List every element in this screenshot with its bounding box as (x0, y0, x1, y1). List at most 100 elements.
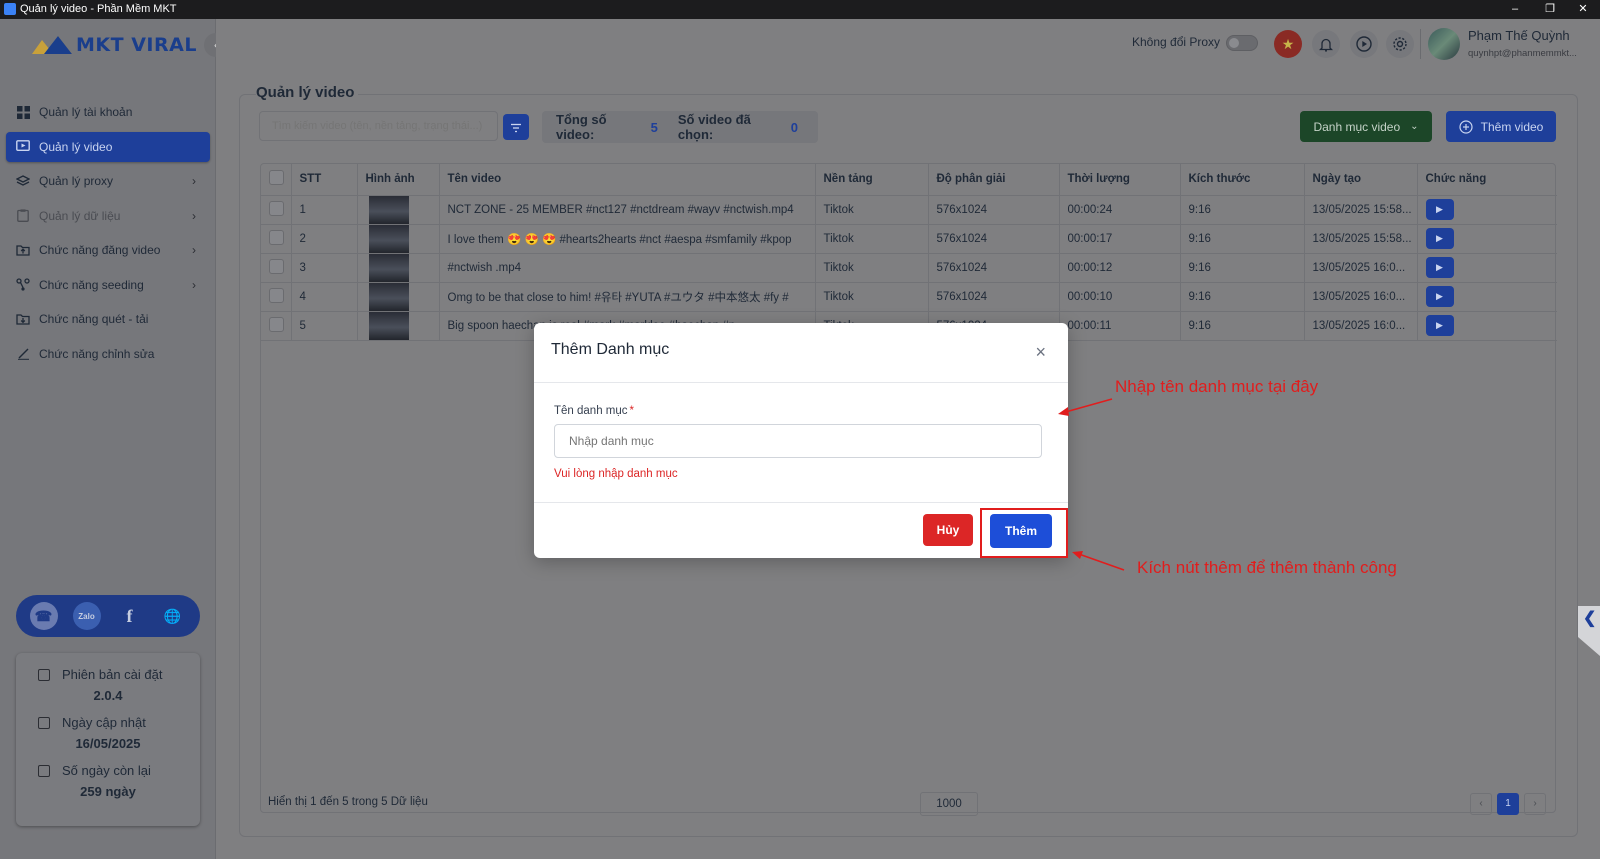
play-video-button[interactable]: ▶ (1425, 315, 1454, 336)
table-row[interactable]: 2 I love them 😍 😍 😍 #hearts2hearts #nct … (261, 224, 1557, 254)
header-created[interactable]: Ngày tạo (1304, 164, 1418, 196)
dialog-divider (534, 382, 1068, 383)
logo-mark-icon (32, 36, 72, 54)
page-size-select[interactable]: 1000 (920, 792, 978, 816)
gear-icon[interactable] (1386, 30, 1414, 58)
share-icon (16, 278, 30, 292)
chevron-left-icon: ❮ (1583, 610, 1597, 627)
vietnam-flag-icon[interactable]: ★ (1274, 30, 1302, 58)
proxy-toggle[interactable] (1226, 35, 1258, 51)
sidebar-item-seeding[interactable]: Chức năng seeding › (6, 270, 210, 300)
download-icon (16, 312, 30, 326)
cell-size: 9:16 (1180, 195, 1305, 225)
sidebar-item-edit[interactable]: Chức năng chỉnh sửa (6, 339, 210, 369)
category-name-input[interactable] (554, 424, 1042, 458)
validation-error: Vui lòng nhập danh mục (554, 468, 678, 480)
cell-duration: 00:00:11 (1059, 311, 1181, 341)
prev-page-button[interactable]: ‹ (1470, 793, 1492, 815)
header-image[interactable]: Hình ảnh (357, 164, 440, 196)
table-row[interactable]: 4 Omg to be that close to him! #유타 #YUTA… (261, 282, 1557, 312)
cell-stt: 1 (291, 195, 358, 225)
video-thumbnail (368, 311, 409, 339)
row-select-cell (261, 224, 292, 254)
sidebar-item-label: Chức năng chỉnh sửa (39, 346, 155, 361)
cell-actions: ▶ (1417, 282, 1557, 312)
search-input[interactable] (259, 111, 498, 141)
side-drawer-tab[interactable]: ❮ (1578, 606, 1600, 656)
clipboard-icon (16, 209, 30, 223)
add-video-label: Thêm video (1480, 119, 1544, 134)
close-window-button[interactable]: ✕ (1568, 1, 1598, 17)
upload-icon (16, 243, 30, 257)
header-stt[interactable]: STT (291, 164, 358, 196)
sidebar-item-upload[interactable]: Chức năng đăng video › (6, 235, 210, 265)
filter-button[interactable] (503, 114, 529, 140)
chevron-right-icon: › (192, 277, 196, 292)
updated-row: Ngày cập nhật (16, 715, 200, 730)
video-thumbnail (368, 195, 409, 223)
avatar[interactable] (1428, 28, 1460, 60)
row-select-cell (261, 253, 292, 283)
cell-name: I love them 😍 😍 😍 #hearts2hearts #nct #a… (439, 224, 816, 254)
close-icon[interactable]: × (1035, 343, 1046, 361)
row-checkbox[interactable] (269, 316, 284, 332)
sidebar-nav: Quản lý tài khoản Quản lý video Quản lý … (6, 97, 210, 373)
sidebar-item-data[interactable]: Quản lý dữ liệu › (6, 201, 210, 231)
row-checkbox[interactable] (269, 258, 284, 274)
table-header-row: STT Hình ảnh Tên video Nền tảng Độ phân … (261, 164, 1557, 196)
proxy-label: Không đổi Proxy (1132, 35, 1221, 49)
version-row: Phiên bản cài đặt (16, 667, 200, 682)
header-duration[interactable]: Thời lượng (1059, 164, 1181, 196)
play-video-button[interactable]: ▶ (1425, 199, 1454, 220)
select-all-checkbox[interactable] (269, 170, 284, 186)
row-checkbox[interactable] (269, 200, 284, 216)
play-circle-icon[interactable] (1350, 30, 1378, 58)
cell-created: 13/05/2025 16:0... (1304, 282, 1418, 312)
restore-button[interactable]: ❐ (1535, 1, 1565, 17)
header-name[interactable]: Tên video (439, 164, 816, 196)
cell-platform: Tiktok (815, 224, 929, 254)
facebook-icon[interactable]: f (116, 602, 144, 630)
play-video-button[interactable]: ▶ (1425, 257, 1454, 278)
header-platform[interactable]: Nền tảng (815, 164, 929, 196)
chevron-right-icon: › (192, 208, 196, 223)
table-row[interactable]: 1 NCT ZONE - 25 MEMBER #nct127 #nctdream… (261, 195, 1557, 225)
grid-icon (16, 105, 30, 119)
calendar-icon (38, 716, 50, 729)
version-value: 2.0.4 (93, 688, 123, 703)
select-all-cell (261, 164, 292, 196)
add-video-button[interactable]: Thêm video (1446, 111, 1556, 142)
sidebar-item-proxy[interactable]: Quản lý proxy › (6, 166, 210, 196)
cell-duration: 00:00:24 (1059, 195, 1181, 225)
cell-thumbnail (357, 195, 440, 225)
bell-icon[interactable] (1312, 30, 1340, 58)
minimize-button[interactable]: – (1500, 1, 1530, 17)
sidebar-item-accounts[interactable]: Quản lý tài khoản (6, 97, 210, 127)
row-checkbox[interactable] (269, 287, 284, 303)
page-1-button[interactable]: 1 (1497, 793, 1519, 815)
annotation-button-hint: Kích nút thêm để thêm thành công (1137, 558, 1397, 577)
version-icon (38, 668, 50, 681)
chevron-right-icon: › (192, 243, 196, 257)
dialog-divider (534, 502, 1068, 503)
header-size[interactable]: Kích thước (1180, 164, 1305, 196)
cell-size: 9:16 (1180, 311, 1305, 341)
play-video-button[interactable]: ▶ (1425, 286, 1454, 307)
support-icon[interactable]: ☎ (29, 602, 58, 630)
cell-name: #nctwish .mp4 (439, 253, 816, 283)
play-video-button[interactable]: ▶ (1425, 228, 1454, 249)
zalo-icon[interactable]: Zalo (72, 602, 101, 630)
sidebar-item-scan-download[interactable]: Chức năng quét - tải (6, 304, 210, 334)
topbar: Không đổi Proxy ★ Phạm Thế Quỳnh quynhpt… (216, 19, 1600, 69)
table-row[interactable]: 3 #nctwish .mp4 Tiktok 576x1024 00:00:12… (261, 253, 1557, 283)
next-page-button[interactable]: › (1524, 793, 1546, 815)
header-resolution[interactable]: Độ phân giải (928, 164, 1060, 196)
row-checkbox[interactable] (269, 229, 284, 245)
info-card: Phiên bản cài đặt 2.0.4 Ngày cập nhật 16… (16, 653, 200, 826)
sidebar-item-videos[interactable]: Quản lý video (6, 131, 210, 162)
cancel-button[interactable]: Hủy (923, 514, 973, 546)
logo-text: MKT VIRAL (76, 34, 197, 56)
updated-label: Ngày cập nhật (62, 715, 146, 730)
globe-icon[interactable]: 🌐 (159, 602, 187, 630)
category-dropdown-button[interactable]: Danh mục video ⌄ (1300, 111, 1432, 142)
